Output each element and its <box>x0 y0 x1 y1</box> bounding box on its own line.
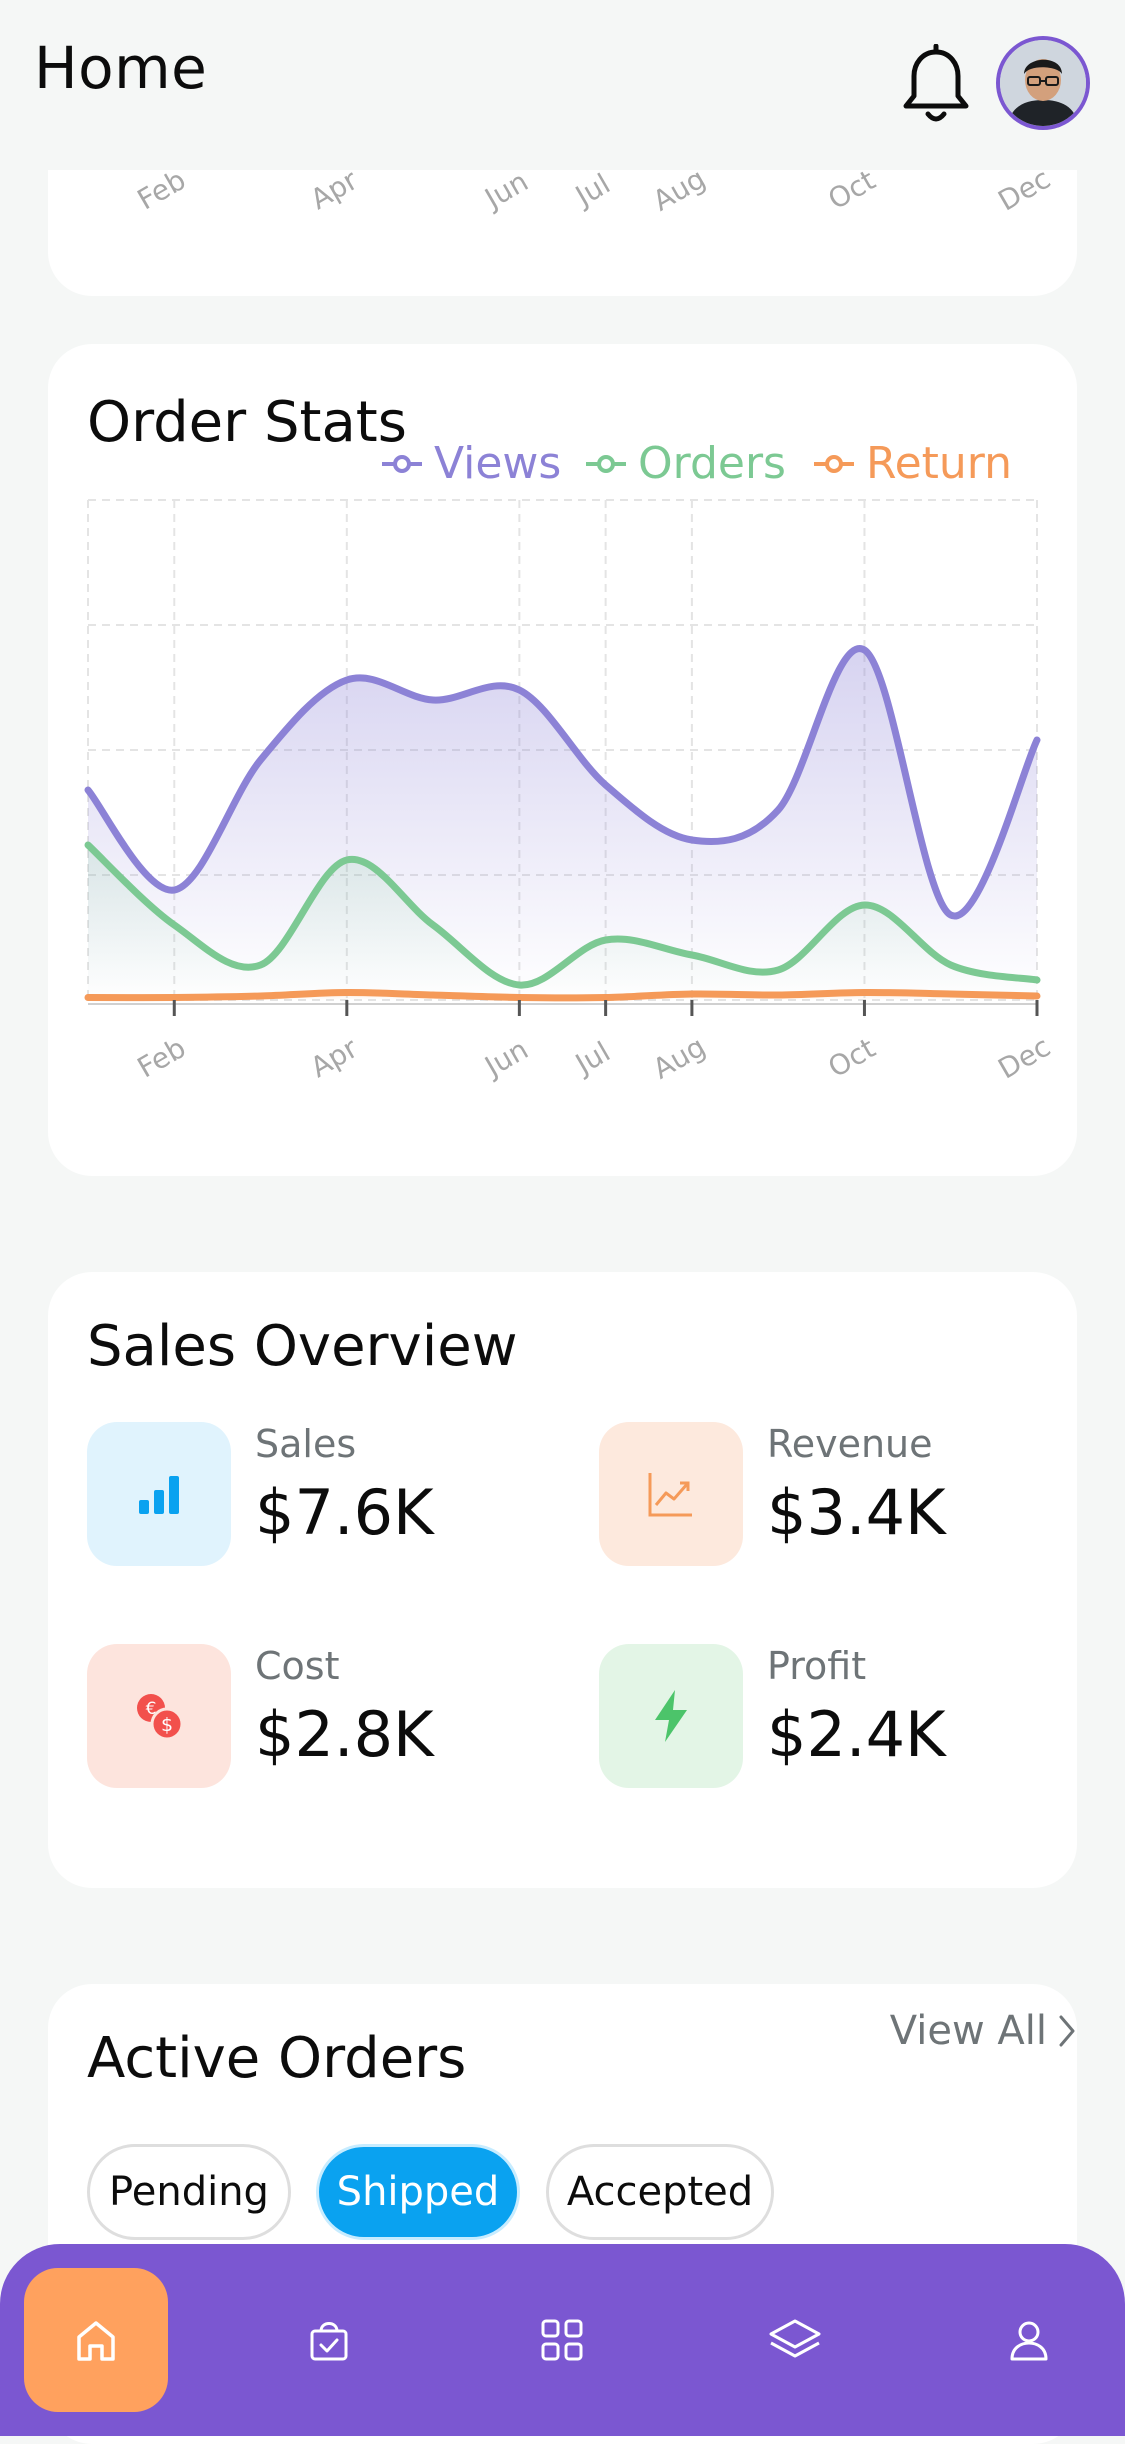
x-tick-label: Oct <box>822 1031 880 1084</box>
bar-chart-icon <box>139 1476 179 1514</box>
stat-value: $2.8K <box>255 1698 434 1771</box>
stat-tile <box>599 1422 743 1566</box>
active-orders-title: Active Orders <box>87 2026 467 2091</box>
stat-value: $7.6K <box>255 1476 434 1549</box>
shopping-bag-icon <box>310 2322 348 2361</box>
notification-bell-icon[interactable] <box>900 43 972 128</box>
stat-tile <box>87 1422 231 1566</box>
legend-marker-icon <box>382 454 422 473</box>
bottom-tab-bar <box>0 2244 1125 2436</box>
tab-layers[interactable] <box>723 2268 867 2412</box>
x-tick-label: Dec <box>993 162 1056 218</box>
stat-label: Sales <box>255 1422 357 1466</box>
x-tick-label: Jul <box>568 1035 616 1081</box>
sales-overview-title: Sales Overview <box>87 1314 518 1379</box>
layers-icon <box>769 2319 821 2358</box>
stat-label: Revenue <box>767 1422 933 1466</box>
stat-value: $2.4K <box>767 1698 946 1771</box>
chip-label: Shipped <box>336 2169 500 2215</box>
chip-shipped[interactable]: Shipped <box>316 2144 520 2240</box>
stat-revenue[interactable]: Revenue $3.4K <box>599 1422 1079 1572</box>
legend-marker-icon <box>814 454 854 473</box>
app-header: Home <box>0 0 1125 170</box>
svg-text:$: $ <box>161 1714 173 1736</box>
avatar[interactable] <box>996 36 1090 130</box>
x-tick-label: Oct <box>822 163 880 216</box>
stat-cost[interactable]: € $ Cost $2.8K <box>87 1644 567 1794</box>
tab-orders[interactable] <box>257 2268 401 2412</box>
lightning-icon <box>655 1690 687 1742</box>
stat-sales[interactable]: Sales $7.6K <box>87 1422 567 1572</box>
x-tick-label: Jul <box>568 167 616 213</box>
order-stats-chart: Feb Apr Jun Jul Aug Oct Dec <box>84 499 1056 1086</box>
x-tick-label: Apr <box>305 163 364 216</box>
stat-label: Cost <box>255 1644 340 1688</box>
chevron-right-icon <box>1059 2015 1075 2047</box>
stat-tile <box>599 1644 743 1788</box>
view-all-label: View All <box>889 2008 1047 2054</box>
x-tick-label: Feb <box>132 1031 191 1084</box>
x-tick-label: Feb <box>132 163 191 216</box>
sales-overview-card: Sales Overview Sales $7.6K Revenue $3.4K <box>48 1272 1077 1888</box>
x-tick-label: Aug <box>647 1030 711 1086</box>
x-tick-label: Dec <box>993 1030 1056 1086</box>
page-title: Home <box>34 34 208 102</box>
tab-apps[interactable] <box>490 2268 634 2412</box>
stat-profit[interactable]: Profit $2.4K <box>599 1644 1079 1794</box>
chip-pending[interactable]: Pending <box>87 2144 291 2240</box>
x-tick-label: Jun <box>478 1033 534 1084</box>
grid-icon <box>541 2319 583 2361</box>
x-tick-label: Apr <box>305 1031 364 1084</box>
currency-coins-icon: € $ <box>137 1694 184 1741</box>
tab-profile[interactable] <box>957 2268 1101 2412</box>
x-tick-label: Jun <box>478 165 534 216</box>
chip-label: Pending <box>109 2169 269 2215</box>
home-icon <box>77 2321 115 2361</box>
trend-up-icon <box>648 1473 692 1517</box>
stat-tile: € $ <box>87 1644 231 1788</box>
chip-accepted[interactable]: Accepted <box>546 2144 774 2240</box>
tab-home[interactable] <box>24 2268 168 2412</box>
stat-label: Profit <box>767 1644 867 1688</box>
chip-label: Accepted <box>566 2169 754 2215</box>
stat-value: $3.4K <box>767 1476 946 1549</box>
profile-icon <box>1010 2321 1048 2361</box>
x-tick-label: Aug <box>647 162 711 218</box>
view-all-link[interactable]: View All <box>890 2008 1079 2054</box>
legend-marker-icon <box>586 454 626 473</box>
